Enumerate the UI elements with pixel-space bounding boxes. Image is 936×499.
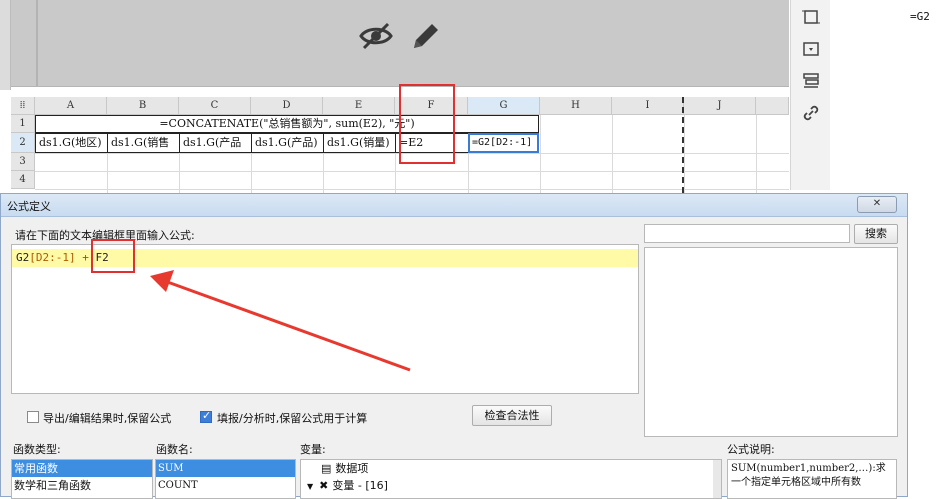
list-item[interactable]: COUNT (156, 477, 295, 494)
fill-keep-formula-checkbox[interactable] (200, 409, 212, 423)
list-item[interactable]: SUM (156, 460, 295, 477)
column-header[interactable]: G (468, 97, 540, 115)
tree-item-data[interactable]: ▤ 数据项 (301, 460, 721, 477)
formula-ref: G2 (16, 251, 30, 264)
search-button[interactable]: 搜索 (854, 224, 898, 244)
column-header[interactable]: D (251, 97, 323, 115)
column-header[interactable]: J (684, 97, 756, 115)
pencil-icon[interactable] (408, 18, 444, 54)
validate-button[interactable]: 检查合法性 (472, 405, 552, 426)
variable-scrollbar[interactable] (713, 460, 721, 498)
column-header[interactable]: I (612, 97, 684, 115)
func-type-label: 函数类型: (13, 443, 61, 456)
list-item[interactable]: 数学和三角函数 (12, 477, 152, 494)
vertical-ruler (0, 0, 11, 90)
cell-d2[interactable]: ds1.G(产品) (251, 133, 324, 153)
func-type-list[interactable]: 常用函数 数学和三角函数 (11, 459, 153, 499)
search-results-list[interactable] (644, 247, 898, 437)
desc-label: 公式说明: (727, 443, 775, 456)
variable-tree[interactable]: ▤ 数据项 ▼ ✖ 变量 - [16] (300, 459, 722, 499)
right-toolbar (790, 0, 831, 190)
row-header[interactable]: 2 (11, 133, 35, 153)
tree-item-variables[interactable]: ▼ ✖ 变量 - [16] (301, 477, 721, 494)
formula-dialog: 公式定义 ✕ 请在下面的文本编辑框里面输入公式: G2[D2:-1] + F2 … (0, 193, 908, 499)
search-input[interactable] (644, 224, 850, 243)
expand-arrow-icon: ▼ (307, 482, 314, 491)
corner-header[interactable]: ⁞⁞ (11, 97, 35, 115)
column-header[interactable]: A (35, 97, 107, 115)
cell-formula-preview: =G2 (910, 10, 930, 23)
row-header[interactable]: 4 (11, 171, 35, 189)
annotation-box-column-f (399, 84, 455, 164)
column-header[interactable]: E (323, 97, 395, 115)
cell-preview-area (11, 0, 789, 87)
row-header[interactable]: 3 (11, 153, 35, 171)
cell-c2[interactable]: ds1.G(产品 (179, 133, 252, 153)
cell-e2[interactable]: ds1.G(销量) (323, 133, 396, 153)
variable-icon: ✖ (319, 479, 329, 492)
table-icon: ▤ (321, 462, 332, 475)
column-header[interactable]: B (107, 97, 179, 115)
tree-item-label: 变量 - [16] (332, 479, 388, 492)
tree-item-label: 数据项 (335, 462, 369, 475)
close-button[interactable]: ✕ (857, 196, 897, 213)
annotation-box-f2 (91, 239, 135, 273)
dialog-titlebar[interactable]: 公式定义 ✕ (1, 194, 907, 217)
cell-a2[interactable]: ds1.G(地区) (35, 133, 108, 153)
func-name-list[interactable]: SUM COUNT (155, 459, 296, 499)
annotation-arrow (150, 270, 411, 372)
export-keep-formula-checkbox[interactable] (27, 411, 39, 423)
formula-operator: + (82, 251, 89, 264)
column-header[interactable]: C (179, 97, 251, 115)
merged-title-cell[interactable]: =CONCATENATE("总销售额为", sum(E2), "元") (35, 115, 539, 133)
property-panel (830, 0, 936, 190)
list-item[interactable]: 常用函数 (12, 460, 152, 477)
row-header[interactable]: 1 (11, 115, 35, 133)
preview-guide-line (36, 0, 38, 86)
dropdown-box-icon[interactable] (802, 40, 820, 58)
export-keep-formula-label: 导出/编辑结果时,保留公式 (43, 412, 172, 425)
eye-off-icon[interactable] (358, 18, 394, 54)
page-break-line (682, 97, 684, 193)
cell-b2[interactable]: ds1.G(销售 (107, 133, 180, 153)
square-frame-icon[interactable] (802, 8, 820, 26)
list-layout-icon[interactable] (802, 72, 820, 90)
function-description: SUM(number1,number2,…):求一个指定单元格区域中所有数 (727, 459, 897, 499)
column-header[interactable]: H (540, 97, 612, 115)
formula-range: [D2:-1] (29, 251, 76, 264)
cell-g2[interactable]: =G2[D2:-1] (468, 133, 539, 153)
func-name-label: 函数名: (156, 443, 193, 456)
dialog-title: 公式定义 (7, 200, 51, 213)
column-header-empty (756, 97, 789, 115)
link-icon[interactable] (802, 104, 820, 122)
var-label: 变量: (300, 443, 326, 456)
fill-keep-formula-label: 填报/分析时,保留公式用于计算 (217, 412, 368, 425)
